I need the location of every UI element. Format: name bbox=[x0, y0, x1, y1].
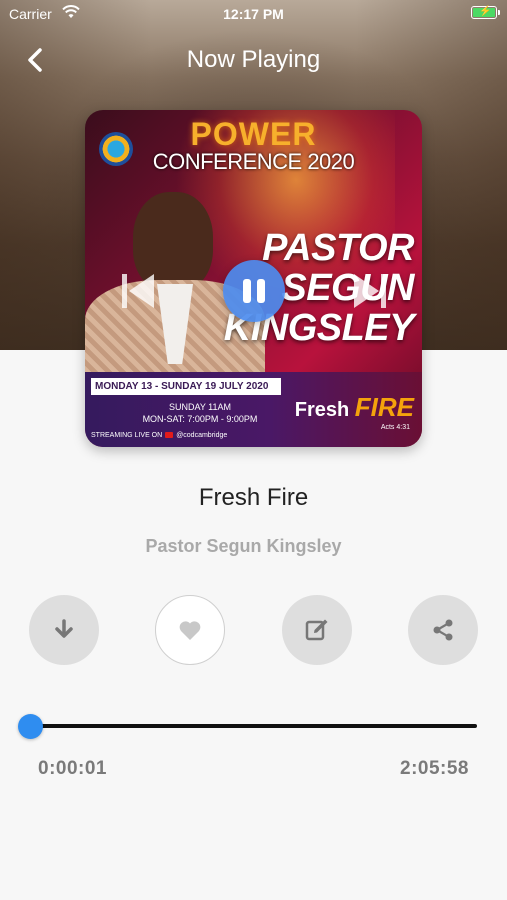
status-bar: Carrier 12:17 PM ⚡ bbox=[0, 0, 507, 28]
time-elapsed: 0:00:01 bbox=[38, 758, 107, 779]
edit-button[interactable] bbox=[282, 595, 352, 665]
edit-icon bbox=[305, 619, 328, 641]
artwork-streaming-label: STREAMING LIVE ON bbox=[91, 432, 163, 439]
artwork-scripture: Acts 4:31 bbox=[380, 424, 410, 431]
battery-icon: ⚡ bbox=[471, 6, 500, 19]
previous-icon[interactable] bbox=[120, 272, 156, 310]
artwork-brand-bottom: CONFERENCE 2020 bbox=[152, 149, 355, 174]
page-title: Now Playing bbox=[186, 46, 321, 73]
artwork-theme-b: FIRE bbox=[354, 392, 414, 422]
download-icon bbox=[55, 619, 73, 638]
track-artist: Pastor Segun Kingsley bbox=[145, 536, 342, 556]
share-button[interactable] bbox=[408, 595, 478, 665]
artwork-handle: @codcambridge bbox=[176, 432, 228, 439]
progress-bar[interactable] bbox=[30, 724, 477, 728]
artwork-schedule: SUNDAY 11AM MON-SAT: 7:00PM - 9:00PM bbox=[142, 402, 258, 424]
progress-thumb[interactable] bbox=[18, 714, 43, 739]
artwork-theme: Fresh FIRE bbox=[295, 392, 414, 423]
artwork-dates: MONDAY 13 - SUNDAY 19 JULY 2020 bbox=[91, 378, 281, 395]
download-button[interactable] bbox=[29, 595, 99, 665]
status-time: 12:17 PM bbox=[223, 6, 284, 22]
track-title: Fresh Fire bbox=[198, 484, 309, 511]
next-icon[interactable] bbox=[352, 272, 388, 310]
pause-icon bbox=[243, 279, 251, 303]
pause-button[interactable] bbox=[223, 260, 285, 322]
favorite-button[interactable] bbox=[155, 595, 225, 665]
youtube-icon bbox=[165, 432, 174, 439]
share-icon bbox=[433, 619, 453, 641]
artwork-brand-top: POWER bbox=[190, 116, 317, 152]
artwork-streaming: STREAMING LIVE ON @codcambridge bbox=[91, 432, 227, 439]
time-total: 2:05:58 bbox=[400, 758, 469, 779]
artwork-theme-a: Fresh bbox=[294, 399, 350, 421]
heart-icon bbox=[179, 621, 201, 640]
